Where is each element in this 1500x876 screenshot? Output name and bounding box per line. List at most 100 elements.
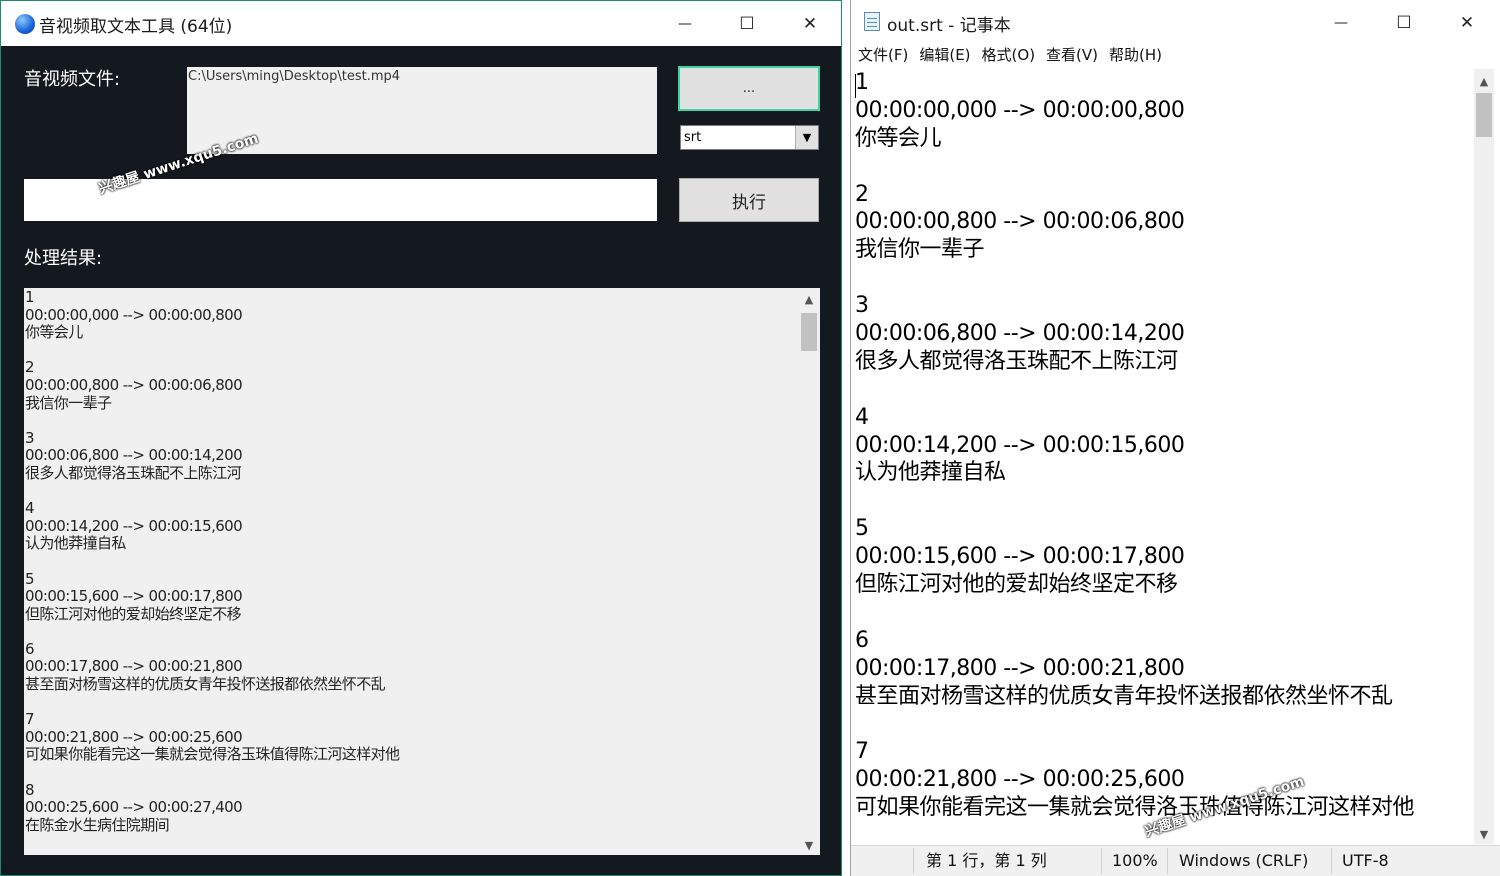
result-line: [25, 623, 795, 641]
status-divider: [1167, 848, 1168, 874]
editor-line: 甚至面对杨雪这样的优质女青年投怀送报都依然坐怀不乱: [855, 683, 1393, 709]
editor-line: 但陈江河对他的爱却始终坚定不移: [855, 572, 1178, 598]
result-line: 00:00:00,000 --> 00:00:00,800: [25, 305, 243, 324]
result-scrollbar[interactable]: ▲ ▼: [799, 289, 819, 855]
window-title: 音视频取文本工具 (64位): [39, 17, 233, 37]
result-line: 00:00:00,800 --> 00:00:06,800: [25, 375, 243, 394]
editor-textarea[interactable]: 1 00:00:00,000 --> 00:00:00,800 你等会儿 2 00:00…: [855, 68, 1475, 844]
scroll-down-icon[interactable]: ▼: [799, 835, 819, 855]
maximize-button[interactable]: ☐: [1384, 8, 1424, 38]
scroll-down-icon[interactable]: ▼: [1474, 824, 1494, 844]
status-line-ending: Windows (CRLF): [1179, 851, 1309, 870]
result-line: 但陈江河对他的爱却始终坚定不移: [25, 604, 242, 623]
scroll-thumb[interactable]: [801, 313, 817, 351]
result-textarea[interactable]: 1 00:00:00,000 --> 00:00:00,800 你等会儿 2 00:00…: [24, 288, 820, 855]
editor-line: 00:00:14,200 --> 00:00:15,600: [855, 432, 1185, 458]
minimize-button[interactable]: —: [1321, 8, 1361, 38]
result-line: 00:00:17,800 --> 00:00:21,800: [25, 657, 243, 676]
result-line: [25, 764, 795, 782]
result-line: 1: [25, 288, 35, 306]
browse-button[interactable]: ...: [678, 66, 820, 111]
file-path-value: C:\Users\ming\Desktop\test.mp4: [188, 69, 401, 84]
maximize-button[interactable]: ☐: [727, 9, 767, 39]
result-line: [25, 483, 795, 501]
status-bar: 第 1 行，第 1 列 100% Windows (CRLF) UTF-8: [851, 845, 1500, 876]
editor-line: 5: [855, 516, 869, 542]
editor-line: 00:00:00,800 --> 00:00:06,800: [855, 209, 1185, 235]
result-line: 7: [25, 710, 35, 729]
result-line: 00:00:21,800 --> 00:00:25,600: [25, 727, 243, 746]
text-caret: [855, 74, 856, 98]
scroll-up-icon[interactable]: ▲: [1474, 71, 1494, 91]
result-line: 8: [25, 780, 35, 799]
notepad-title-bar: out.srt - 记事本 — ☐ ✕: [851, 0, 1500, 45]
editor-line: 认为他莽撞自私: [855, 460, 1006, 486]
result-line: 你等会儿: [25, 323, 83, 342]
result-line: 6: [25, 639, 35, 658]
result-lines: 1 00:00:00,000 --> 00:00:00,800 你等会儿 2 00:00…: [25, 288, 795, 834]
result-line: [25, 412, 795, 430]
chevron-down-icon[interactable]: ▼: [795, 126, 818, 149]
format-select[interactable]: srt ▼: [680, 125, 819, 150]
app-logo-icon: [15, 14, 35, 34]
result-line: 00:00:06,800 --> 00:00:14,200: [25, 446, 243, 465]
editor-line: 2: [855, 181, 869, 207]
minimize-button[interactable]: —: [665, 9, 705, 39]
editor-line: 00:00:00,000 --> 00:00:00,800: [855, 97, 1185, 123]
close-button[interactable]: ✕: [790, 9, 830, 39]
status-encoding: UTF-8: [1342, 851, 1389, 870]
menu-format[interactable]: 格式(O): [982, 45, 1036, 67]
menu-edit[interactable]: 编辑(E): [919, 45, 970, 67]
result-line: [25, 553, 795, 571]
status-divider: [913, 848, 914, 874]
editor-line: 4: [855, 404, 869, 430]
editor-line: 很多人都觉得洛玉珠配不上陈江河: [855, 348, 1178, 374]
editor-scrollbar[interactable]: ▲ ▼: [1474, 69, 1494, 844]
editor-line: 我信你一辈子: [855, 237, 985, 263]
run-button[interactable]: 执行: [679, 178, 819, 222]
menu-help[interactable]: 帮助(H): [1109, 45, 1162, 67]
editor-line: 00:00:06,800 --> 00:00:14,200: [855, 321, 1185, 347]
status-zoom: 100%: [1112, 851, 1158, 870]
result-label: 处理结果:: [24, 248, 103, 269]
result-line: [25, 694, 795, 712]
result-line: 我信你一辈子: [25, 393, 112, 412]
notepad-icon: [864, 12, 880, 31]
result-line: 00:00:14,200 --> 00:00:15,600: [25, 516, 243, 535]
result-line: 甚至面对杨雪这样的优质女青年投怀送报都依然坐怀不乱: [25, 675, 386, 694]
result-line: 在陈金水生病住院期间: [25, 815, 170, 834]
result-line: 4: [25, 499, 35, 518]
editor-line: 00:00:15,600 --> 00:00:17,800: [855, 544, 1185, 570]
close-button[interactable]: ✕: [1447, 8, 1487, 38]
editor-line: 可如果你能看完这一集就会觉得洛玉珠值得陈江河这样对他: [855, 795, 1415, 821]
result-line: 00:00:15,600 --> 00:00:17,800: [25, 587, 243, 606]
title-bar: 音视频取文本工具 (64位) — ☐ ✕: [1, 1, 841, 46]
status-divider: [1101, 848, 1102, 874]
editor-lines: 1 00:00:00,000 --> 00:00:00,800 你等会儿 2 00:00…: [855, 68, 1415, 821]
scroll-up-icon[interactable]: ▲: [799, 289, 819, 309]
menu-file[interactable]: 文件(F): [858, 45, 908, 67]
editor-line: 1: [855, 70, 869, 95]
result-line: [25, 342, 795, 360]
notepad-window: out.srt - 记事本 — ☐ ✕ 文件(F) 编辑(E) 格式(O) 查看…: [850, 0, 1500, 876]
extractor-window: 音视频取文本工具 (64位) — ☐ ✕ 音视频文件: C:\Users\min…: [0, 0, 842, 876]
editor-line: 00:00:17,800 --> 00:00:21,800: [855, 655, 1185, 681]
status-divider: [1331, 848, 1332, 874]
editor-line: 6: [855, 627, 869, 653]
result-line: 可如果你能看完这一集就会觉得洛玉珠值得陈江河这样对他: [25, 745, 400, 764]
editor-line: 7: [855, 739, 869, 765]
menu-bar: 文件(F) 编辑(E) 格式(O) 查看(V) 帮助(H): [851, 45, 1500, 67]
format-value: srt: [684, 130, 702, 145]
result-line: 00:00:25,600 --> 00:00:27,400: [25, 798, 243, 817]
menu-view[interactable]: 查看(V): [1046, 45, 1098, 67]
scroll-thumb[interactable]: [1476, 93, 1492, 137]
editor-line: 00:00:21,800 --> 00:00:25,600: [855, 767, 1185, 793]
editor-line: 你等会儿: [855, 125, 942, 151]
editor-line: 3: [855, 293, 869, 319]
result-line: 5: [25, 569, 35, 588]
result-line: 3: [25, 428, 35, 447]
